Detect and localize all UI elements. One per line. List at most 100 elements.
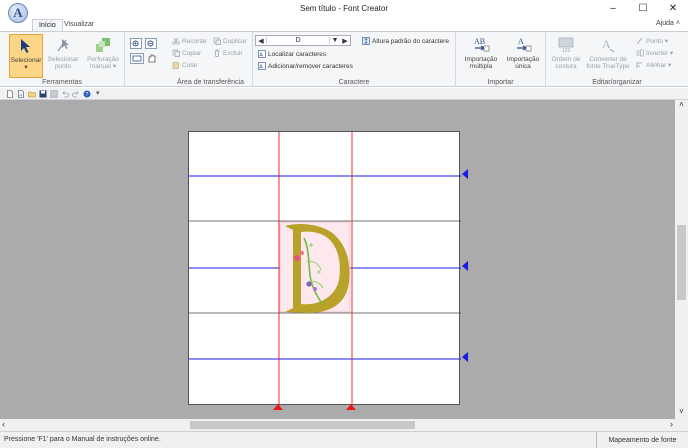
svg-text:AB: AB xyxy=(474,37,485,46)
status-hint: Pressione 'F1' para o Manual de instruçõ… xyxy=(4,436,161,443)
minimize-button[interactable]: – xyxy=(598,0,628,17)
altura-label: Altura padrão do caractere xyxy=(372,37,449,45)
current-character[interactable]: D xyxy=(266,37,330,44)
scroll-corner xyxy=(675,419,688,431)
quick-access-toolbar: A ? ▾ xyxy=(0,88,688,100)
alinhar-button[interactable]: Alinhar ▾ xyxy=(636,60,671,70)
zoom-fit-icon[interactable] xyxy=(130,53,144,64)
duplicar-button[interactable]: Duplicar xyxy=(213,36,247,46)
group-ferramentas: Selecionar ▾ Selecionar ponto Perfuração… xyxy=(0,32,125,87)
font-canvas[interactable] xyxy=(188,131,461,406)
status-bar: Pressione 'F1' para o Manual de instruçõ… xyxy=(0,431,688,448)
qat-customize-icon[interactable]: ▾ xyxy=(96,89,100,97)
group-label-caractere: Caractere xyxy=(338,79,370,86)
perfuracao-label-2: manual ▾ xyxy=(89,63,117,70)
group-caractere: ◀ D ▼ ▶ Altura padrão do caractere A Loc… xyxy=(253,32,456,87)
scroll-right-icon[interactable]: › xyxy=(663,419,673,431)
title-bar: Sem título - Font Creator – ☐ ✕ xyxy=(0,0,688,17)
selecionar-label: Selecionar xyxy=(10,57,42,64)
vertical-scroll-thumb[interactable] xyxy=(677,225,686,300)
single-import-icon: A xyxy=(514,36,532,54)
truetype-convert-icon: A xyxy=(599,36,617,54)
previous-char-icon[interactable]: ◀ xyxy=(256,37,266,45)
recortar-button[interactable]: Recortar xyxy=(172,36,207,46)
perfuracao-manual-button[interactable]: Perfuração manual ▾ xyxy=(85,34,121,74)
selecionar-ponto-label-1: Selecionar xyxy=(47,56,79,63)
save-icon[interactable] xyxy=(39,90,47,98)
next-char-icon[interactable]: ▶ xyxy=(340,37,350,45)
svg-text:?: ? xyxy=(86,92,89,98)
open-folder-icon[interactable] xyxy=(28,90,36,98)
converter-truetype-button[interactable]: A Converter de fonte TrueType xyxy=(586,34,630,74)
window-title: Sem título - Font Creator xyxy=(299,4,389,13)
scroll-up-icon[interactable]: ˄ xyxy=(675,100,688,112)
ordem-costura-button[interactable]: 123 Ordem de costura xyxy=(548,34,584,74)
zoom-in-icon[interactable] xyxy=(130,38,142,49)
selecionar-ponto-label-2: ponto xyxy=(54,63,72,70)
horizontal-scroll-thumb[interactable] xyxy=(190,421,415,429)
undo-icon[interactable] xyxy=(61,90,69,98)
horizontal-scrollbar[interactable]: ‹ › xyxy=(0,419,675,431)
app-menu-button[interactable]: A xyxy=(8,3,28,23)
scroll-left-icon[interactable]: ‹ xyxy=(2,419,12,431)
adicionar-remover-button[interactable]: A Adicionar/remover caracteres xyxy=(258,61,353,71)
colar-label: Colar xyxy=(182,61,198,69)
importacao-multipla-button[interactable]: AB Importação múltipla xyxy=(461,34,501,74)
manual-punch-icon xyxy=(94,36,112,54)
guide-handle-blue-bottom[interactable] xyxy=(461,352,469,362)
altura-padrao-button[interactable]: Altura padrão do caractere xyxy=(362,36,449,46)
importacao-unica-button[interactable]: A Importação única xyxy=(503,34,543,74)
scroll-down-icon[interactable]: ˅ xyxy=(675,407,688,419)
pan-hand-icon[interactable] xyxy=(146,53,160,64)
guide-handle-red-right[interactable] xyxy=(346,403,356,411)
tab-visualizar[interactable]: Visualizar xyxy=(58,19,100,31)
ponto-button[interactable]: Ponto ▾ xyxy=(636,36,668,46)
svg-text:A: A xyxy=(602,37,611,51)
recortar-label: Recortar xyxy=(182,37,207,45)
maximize-button[interactable]: ☐ xyxy=(628,0,658,17)
guide-handle-red-left[interactable] xyxy=(273,403,283,411)
svg-text:A: A xyxy=(259,64,263,70)
cursor-arrow-icon xyxy=(17,37,35,55)
alinhar-label: Alinhar ▾ xyxy=(646,62,672,69)
help-label: Ajuda xyxy=(656,20,674,27)
inverter-label: Inverter ▾ xyxy=(646,50,674,57)
svg-text:A: A xyxy=(259,52,263,58)
group-editar: 123 Ordem de costura A Converter de font… xyxy=(546,32,688,87)
multipla-label-1: Importação xyxy=(464,56,498,63)
converter-label-2: fonte TrueType xyxy=(586,63,630,70)
char-dropdown-icon[interactable]: ▼ xyxy=(330,37,340,44)
save-as-icon[interactable] xyxy=(50,90,58,98)
guide-handle-blue-top[interactable] xyxy=(461,169,469,179)
find-char-icon: A xyxy=(258,50,266,58)
guide-handle-blue-middle[interactable] xyxy=(461,261,469,271)
selecionar-dropdown-icon: ▾ xyxy=(24,64,28,71)
help-menu[interactable]: Ajuda ˄ xyxy=(656,20,680,27)
help-icon[interactable]: ? xyxy=(83,90,91,98)
excluir-button[interactable]: Excluir xyxy=(213,48,243,58)
new-file-icon[interactable] xyxy=(6,90,14,98)
zoom-out-icon[interactable] xyxy=(145,38,157,49)
redo-icon[interactable] xyxy=(72,90,80,98)
flip-icon xyxy=(636,49,644,57)
group-label-clipboard: Área de transferência xyxy=(177,79,244,86)
group-label-editar: Editar/organizar xyxy=(592,79,642,86)
vertical-scrollbar[interactable]: ˄ ˅ xyxy=(675,100,688,419)
group-label-importar: Importar xyxy=(487,79,514,86)
localizar-caracteres-button[interactable]: A Localizar caracteres xyxy=(258,49,326,59)
ponto-label: Ponto ▾ xyxy=(646,38,669,45)
new-font-icon[interactable]: A xyxy=(17,90,25,98)
inverter-button[interactable]: Inverter ▾ xyxy=(636,48,673,58)
selecionar-button[interactable]: Selecionar ▾ xyxy=(9,34,43,78)
multipla-label-2: múltipla xyxy=(469,63,493,70)
copiar-button[interactable]: Copiar xyxy=(172,48,201,58)
multi-import-icon: AB xyxy=(472,36,490,54)
selecionar-ponto-button[interactable]: Selecionar ponto xyxy=(45,34,81,74)
status-mode: Mapeamento de fonte xyxy=(596,432,688,448)
point-icon xyxy=(636,37,643,45)
close-button[interactable]: ✕ xyxy=(658,0,688,17)
duplicar-label: Duplicar xyxy=(223,37,247,45)
height-icon xyxy=(362,37,370,45)
colar-button[interactable]: Colar xyxy=(172,60,198,70)
align-icon xyxy=(636,62,642,68)
